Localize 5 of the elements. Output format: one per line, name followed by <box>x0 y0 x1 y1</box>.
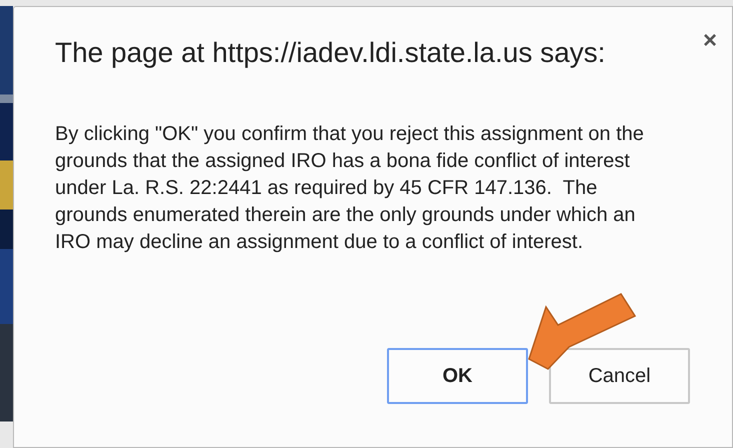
close-button[interactable]: × <box>702 29 717 53</box>
cancel-button[interactable]: Cancel <box>549 348 690 404</box>
dialog-title: The page at https://iadev.ldi.state.la.us says: <box>55 37 606 69</box>
ok-button[interactable]: OK <box>387 348 528 404</box>
dialog-message: By clicking "OK" you confirm that you reject this assignment on the grounds that the assigned IRO has a bona fide conflict of interest under La. R.S. 22:2441 as required by 45 CFR 147.136. The grounds enumerated therein are the only grounds under which an IRO may decline an assignment due to a conflict of interest. <box>55 122 645 255</box>
